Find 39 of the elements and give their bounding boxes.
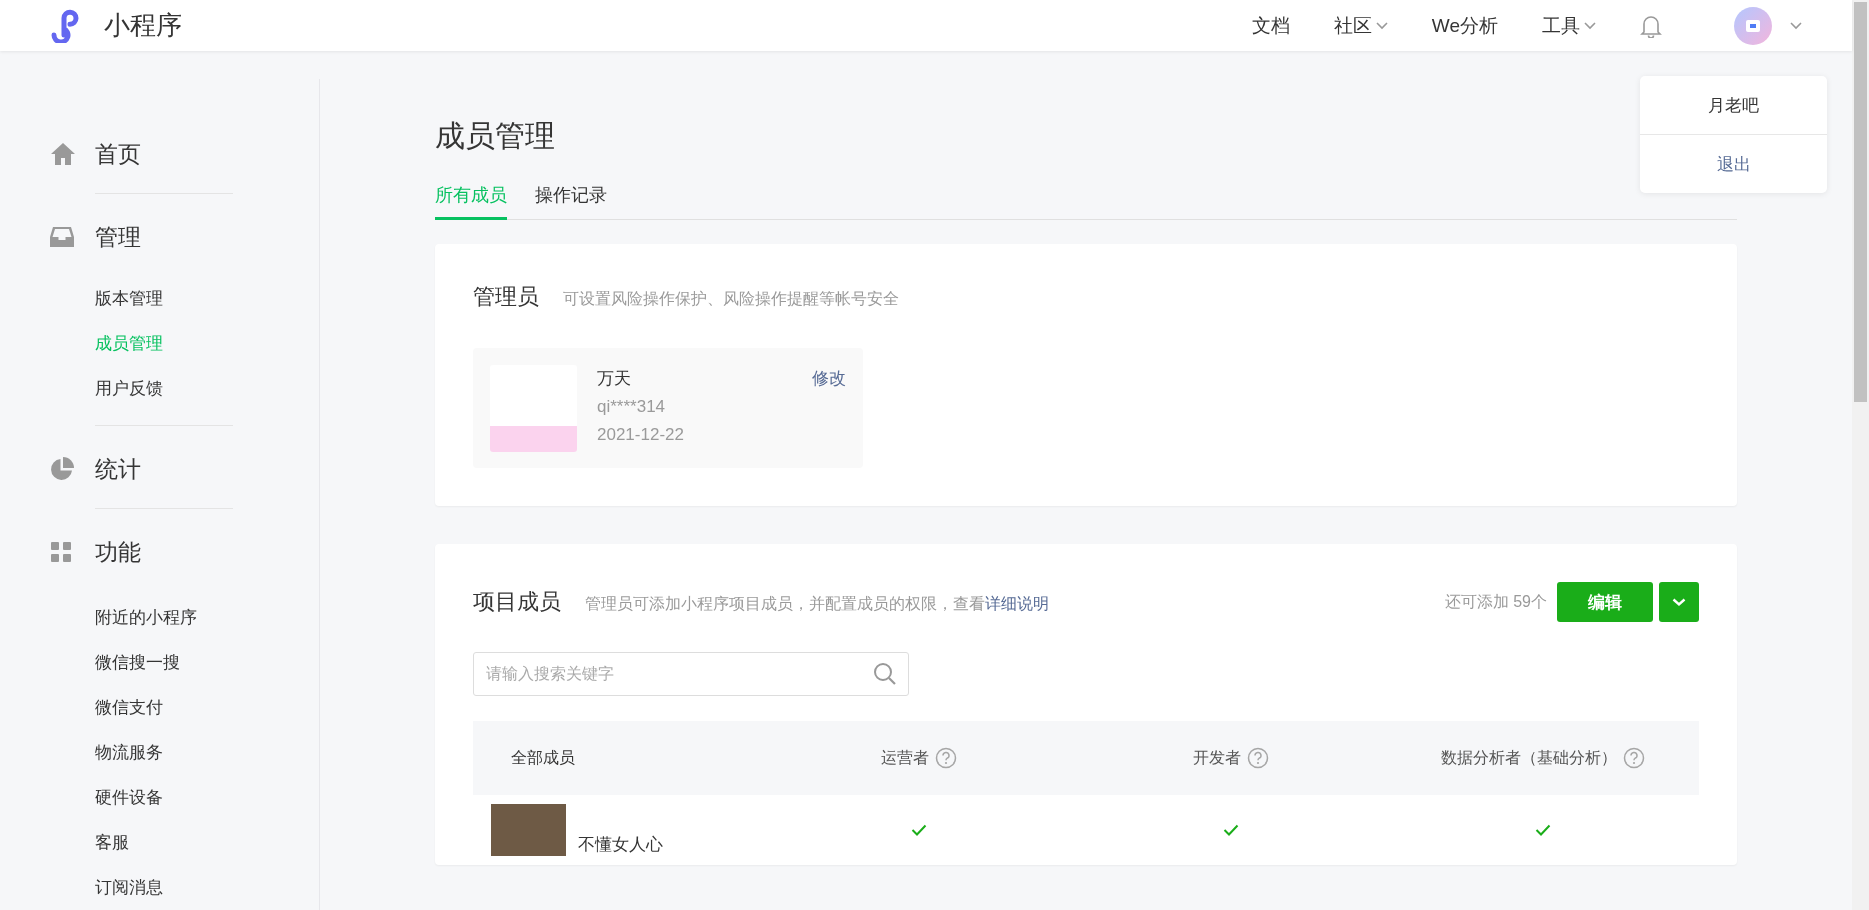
- column-header: 数据分析者（基础分析）: [1441, 747, 1617, 768]
- sidebar-section[interactable]: 首页: [95, 138, 141, 170]
- admin-account: qi****314: [597, 396, 667, 418]
- member-name: 不懂女人心: [578, 834, 663, 856]
- sidebar-item[interactable]: 附近的小程序: [95, 595, 319, 640]
- account-name[interactable]: 月老吧: [1640, 76, 1827, 134]
- tab[interactable]: 操作记录: [535, 183, 607, 220]
- sidebar-section[interactable]: 功能: [95, 536, 141, 568]
- sidebar-item[interactable]: 微信搜一搜: [95, 640, 319, 685]
- card-description: 管理员可添加小程序项目成员，并配置成员的权限，查看详细说明: [585, 594, 1049, 614]
- sidebar-section[interactable]: 管理: [95, 221, 141, 253]
- column-header: 开发者: [1193, 747, 1241, 768]
- admin-date: 2021-12-22: [597, 424, 685, 446]
- card-title: 项目成员: [473, 588, 561, 616]
- sidebar-item[interactable]: 订阅消息: [95, 865, 319, 910]
- sidebar-section[interactable]: 统计: [95, 453, 141, 485]
- column-header: 运营者: [881, 747, 929, 768]
- page-title: 成员管理: [435, 118, 556, 154]
- sidebar-item[interactable]: 客服: [95, 820, 319, 865]
- nav-link[interactable]: 文档: [1251, 12, 1290, 39]
- column-header: 全部成员: [511, 747, 575, 768]
- sidebar-item[interactable]: 物流服务: [95, 730, 319, 775]
- nav-link[interactable]: 工具: [1542, 12, 1596, 39]
- details-link[interactable]: 详细说明: [985, 595, 1049, 612]
- edit-link[interactable]: 修改: [812, 365, 846, 393]
- nav-link[interactable]: We分析: [1431, 12, 1498, 39]
- sidebar-item[interactable]: 硬件设备: [95, 775, 319, 820]
- nav-link[interactable]: 社区: [1333, 12, 1388, 39]
- sidebar-item[interactable]: 用户反馈: [95, 366, 319, 411]
- sidebar-item[interactable]: 版本管理: [95, 276, 319, 321]
- remaining-count: 还可添加 59个: [1444, 591, 1547, 612]
- admin-name: 万天: [597, 368, 631, 390]
- scrollbar-thumb[interactable]: [1854, 2, 1867, 402]
- logout-link[interactable]: 退出: [1640, 135, 1827, 193]
- card-title: 管理员: [473, 283, 539, 311]
- chevron-down-icon: [1790, 21, 1802, 30]
- card-description: 可设置风险操作保护、风险操作提醒等帐号安全: [563, 289, 899, 309]
- logo-text: 小程序: [104, 9, 182, 42]
- sidebar-item[interactable]: 微信支付: [95, 685, 319, 730]
